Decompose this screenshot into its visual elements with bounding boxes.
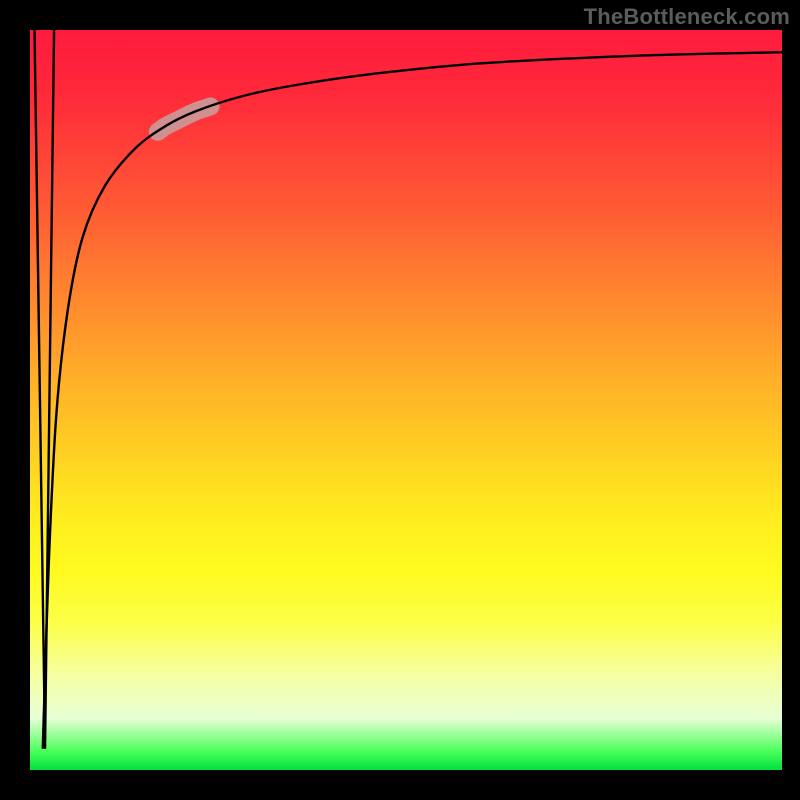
attribution-text: TheBottleneck.com [584,4,790,30]
saturation-line [43,52,782,748]
chart-frame: TheBottleneck.com [0,0,800,800]
dip-line [35,30,55,748]
plot-area [30,30,782,770]
highlight-segment [158,106,211,131]
chart-svg [30,30,782,770]
